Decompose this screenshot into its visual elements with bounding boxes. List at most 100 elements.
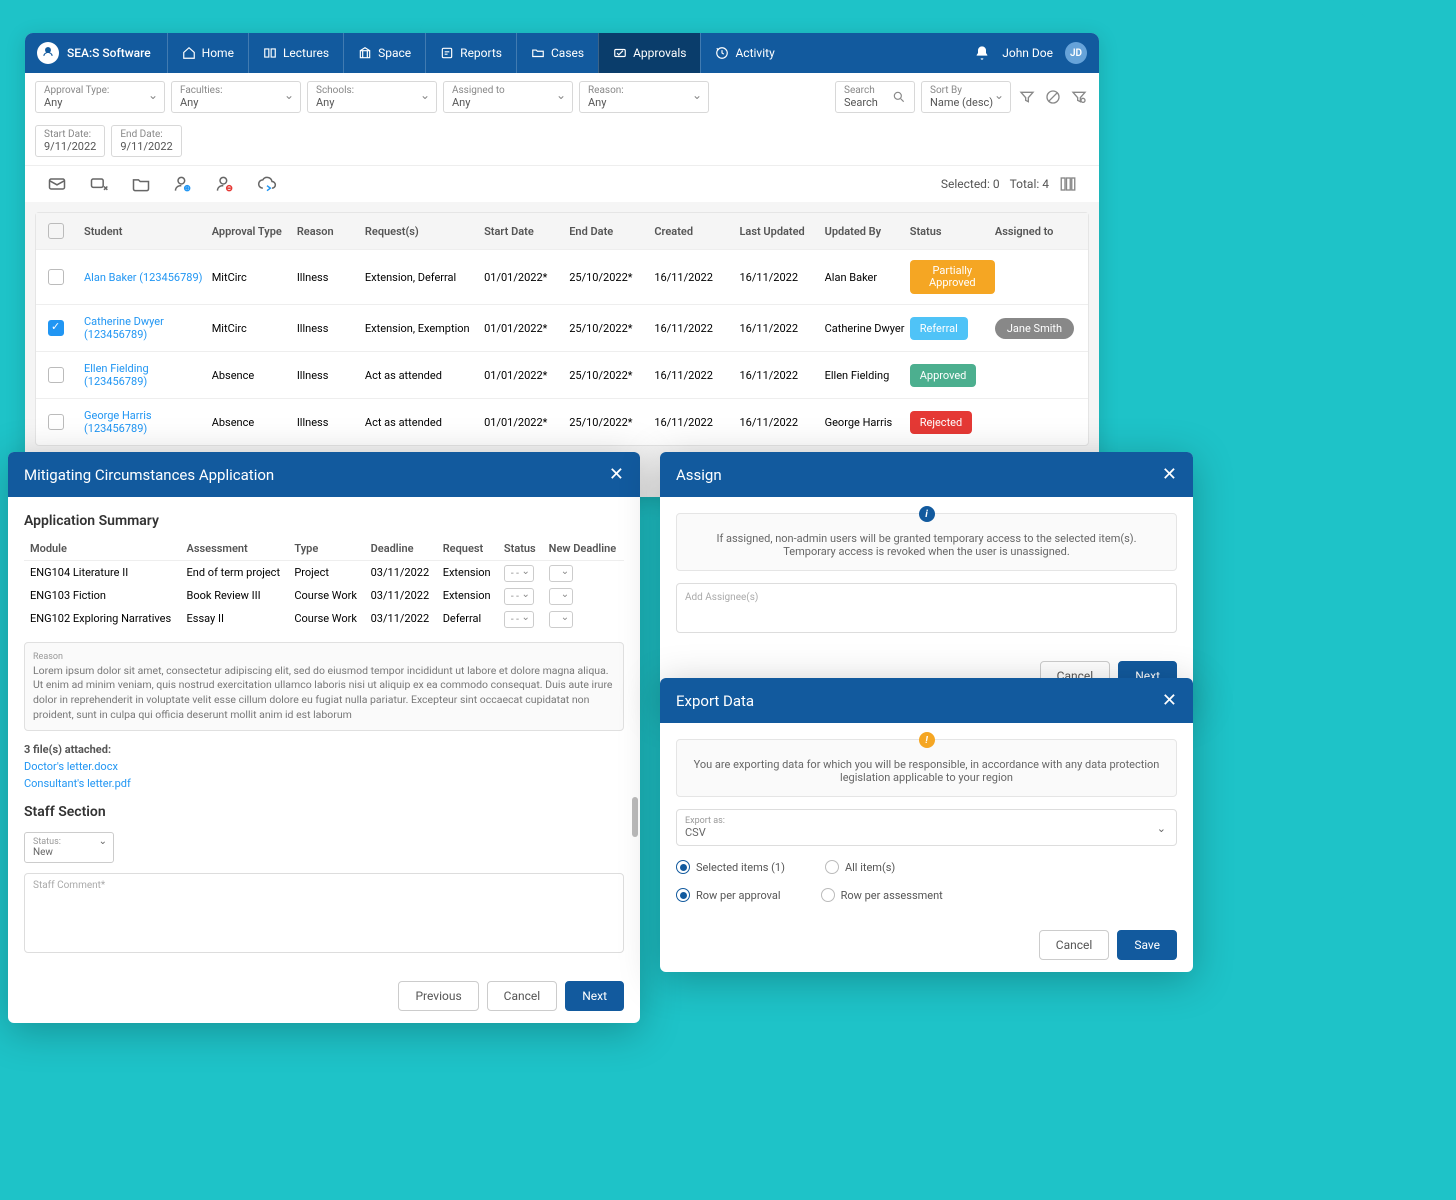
- student-link[interactable]: Ellen Fielding (123456789): [84, 362, 212, 388]
- column-header: New Deadline: [543, 537, 624, 561]
- column-header[interactable]: Created: [654, 225, 739, 238]
- brand-logo[interactable]: SEA:S Software: [37, 42, 151, 64]
- attachment-link[interactable]: Doctor's letter.docx: [24, 760, 624, 773]
- info-banner: i If assigned, non-admin users will be g…: [676, 513, 1177, 571]
- staff-section-heading: Staff Section: [24, 804, 624, 820]
- deadline-mini-select[interactable]: [549, 565, 573, 582]
- filter-settings-icon[interactable]: [1069, 87, 1089, 107]
- radio-row-per-assessment[interactable]: Row per assessment: [821, 888, 943, 902]
- column-header[interactable]: Assigned to: [995, 225, 1080, 238]
- deadline-mini-select[interactable]: [549, 588, 573, 605]
- reason-box: Reason Lorem ipsum dolor sit amet, conse…: [24, 642, 624, 731]
- select-all-checkbox[interactable]: [48, 223, 64, 239]
- column-header[interactable]: Approval Type: [212, 225, 297, 238]
- close-icon[interactable]: ✕: [1162, 464, 1177, 485]
- filter-search[interactable]: SearchSearch: [835, 81, 915, 113]
- column-header: Deadline: [365, 537, 437, 561]
- column-header: Assessment: [181, 537, 289, 561]
- filter-end-date[interactable]: End Date:9/11/2022: [111, 125, 181, 157]
- close-icon[interactable]: ✕: [609, 464, 624, 485]
- column-header: Status: [498, 537, 543, 561]
- row-checkbox[interactable]: [48, 367, 64, 383]
- toolbar: Selected: 0 Total: 4: [25, 165, 1099, 202]
- modal-title: Export Data: [676, 692, 754, 710]
- filter-icon[interactable]: [1017, 87, 1037, 107]
- nav-activity[interactable]: Activity: [700, 33, 788, 73]
- column-header[interactable]: Start Date: [484, 225, 569, 238]
- brand-text: SEA:S Software: [67, 46, 151, 60]
- user-avatar[interactable]: JD: [1065, 42, 1087, 64]
- table-row[interactable]: Catherine Dwyer (123456789)MitCircIllnes…: [36, 304, 1088, 351]
- clear-filter-icon[interactable]: [1043, 87, 1063, 107]
- modal-title: Assign: [676, 466, 722, 484]
- nav-reports[interactable]: Reports: [425, 33, 516, 73]
- column-header[interactable]: Request(s): [365, 225, 484, 238]
- table-row[interactable]: Alan Baker (123456789)MitCircIllnessExte…: [36, 249, 1088, 304]
- search-icon: [892, 90, 906, 104]
- radio-row-per-approval[interactable]: Row per approval: [676, 888, 781, 902]
- nav-cases[interactable]: Cases: [516, 33, 598, 73]
- main-window: SEA:S Software HomeLecturesSpaceReportsC…: [25, 33, 1099, 497]
- filter-assigned-to[interactable]: Assigned toAny: [443, 81, 573, 113]
- mail-icon[interactable]: [47, 174, 67, 194]
- warning-banner: ! You are exporting data for which you w…: [676, 739, 1177, 797]
- folder-icon[interactable]: [131, 174, 151, 194]
- save-button[interactable]: Save: [1117, 930, 1177, 960]
- nav-home[interactable]: Home: [167, 33, 248, 73]
- assignee-input[interactable]: Add Assignee(s): [676, 583, 1177, 633]
- user-add-icon[interactable]: [173, 174, 193, 194]
- status-mini-select[interactable]: - -: [504, 611, 534, 628]
- staff-comment-input[interactable]: Staff Comment*: [24, 873, 624, 953]
- table-row[interactable]: George Harris (123456789)AbsenceIllnessA…: [36, 398, 1088, 445]
- filter-start-date[interactable]: Start Date:9/11/2022: [35, 125, 105, 157]
- column-header[interactable]: Reason: [297, 225, 365, 238]
- filter-faculties[interactable]: Faculties:Any: [171, 81, 301, 113]
- bell-icon[interactable]: [974, 45, 990, 61]
- previous-button[interactable]: Previous: [398, 981, 478, 1011]
- mail-x-icon[interactable]: [89, 174, 109, 194]
- cloud-export-icon[interactable]: [257, 174, 277, 194]
- cancel-button[interactable]: Cancel: [1039, 930, 1110, 960]
- export-as-select[interactable]: Export as: CSV: [676, 809, 1177, 846]
- status-badge: Approved: [910, 364, 977, 387]
- deadline-mini-select[interactable]: [549, 611, 573, 628]
- scrollbar-thumb[interactable]: [632, 797, 638, 837]
- filter-approval-type[interactable]: Approval Type:Any: [35, 81, 165, 113]
- nav-space[interactable]: Space: [343, 33, 425, 73]
- row-checkbox[interactable]: [48, 269, 64, 285]
- attachment-link[interactable]: Consultant's letter.pdf: [24, 777, 624, 790]
- attachments-label: 3 file(s) attached:: [24, 743, 111, 756]
- column-header[interactable]: Last Updated: [739, 225, 824, 238]
- columns-icon[interactable]: [1059, 175, 1077, 193]
- filters-row: Approval Type:Any Faculties:Any Schools:…: [25, 73, 1099, 165]
- student-link[interactable]: Catherine Dwyer (123456789): [84, 315, 212, 341]
- filter-sort-by[interactable]: Sort ByName (desc): [921, 81, 1011, 113]
- radio-selected-items[interactable]: Selected items (1): [676, 860, 785, 874]
- column-header[interactable]: Status: [910, 225, 995, 238]
- nav-lectures[interactable]: Lectures: [248, 33, 343, 73]
- column-header[interactable]: Student: [84, 225, 212, 238]
- row-checkbox[interactable]: [48, 414, 64, 430]
- row-checkbox[interactable]: [48, 320, 64, 336]
- user-remove-icon[interactable]: [215, 174, 235, 194]
- filter-reason[interactable]: Reason:Any: [579, 81, 709, 113]
- export-modal: Export Data ✕ ! You are exporting data f…: [660, 678, 1193, 972]
- radio-all-items[interactable]: All item(s): [825, 860, 895, 874]
- close-icon[interactable]: ✕: [1162, 690, 1177, 711]
- status-mini-select[interactable]: - -: [504, 588, 534, 605]
- nav-approvals[interactable]: Approvals: [598, 33, 700, 73]
- logo-icon: [37, 42, 59, 64]
- student-link[interactable]: Alan Baker (123456789): [84, 271, 212, 284]
- column-header[interactable]: End Date: [569, 225, 654, 238]
- column-header[interactable]: Updated By: [825, 225, 910, 238]
- column-header: Module: [24, 537, 181, 561]
- table-row[interactable]: Ellen Fielding (123456789)AbsenceIllness…: [36, 351, 1088, 398]
- filter-schools[interactable]: Schools:Any: [307, 81, 437, 113]
- status-select[interactable]: Status: New: [24, 832, 114, 863]
- summary-row: ENG104 Literature IIEnd of term projectP…: [24, 561, 624, 585]
- status-mini-select[interactable]: - -: [504, 565, 534, 582]
- next-button[interactable]: Next: [565, 981, 624, 1011]
- student-link[interactable]: George Harris (123456789): [84, 409, 212, 435]
- cancel-button[interactable]: Cancel: [487, 981, 558, 1011]
- user-name[interactable]: John Doe: [1002, 46, 1053, 60]
